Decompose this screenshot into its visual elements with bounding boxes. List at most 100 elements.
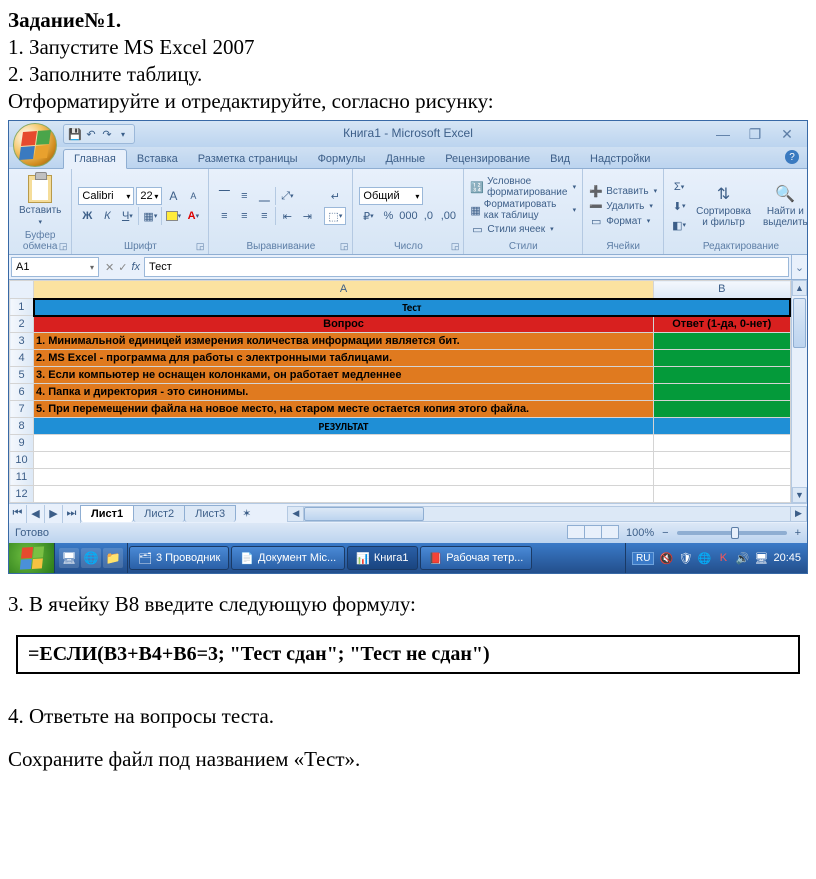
cell-question[interactable]: 1. Минимальной единицей измерения количе… <box>34 333 654 350</box>
minimize-button[interactable]: — <box>713 126 733 142</box>
decrease-decimal-icon[interactable]: ,00 <box>439 207 457 225</box>
restore-button[interactable]: ❐ <box>745 126 765 142</box>
cell[interactable] <box>654 452 791 469</box>
row-header[interactable]: 4 <box>10 350 34 367</box>
cell[interactable] <box>654 486 791 503</box>
number-format-select[interactable]: Общий▾ <box>359 187 423 205</box>
cell-styles-button[interactable]: ▭Стили ячеек▾ <box>470 222 576 236</box>
currency-icon[interactable]: ₽▾ <box>359 207 377 225</box>
show-desktop-icon[interactable]: 🖥 <box>59 548 79 568</box>
conditional-formatting-button[interactable]: 🔢Условное форматирование▾ <box>470 176 576 198</box>
comma-icon[interactable]: 000 <box>399 207 417 225</box>
row-header[interactable]: 2 <box>10 316 34 333</box>
col-header-b[interactable]: B <box>654 281 791 299</box>
tab-insert[interactable]: Вставка <box>127 150 188 168</box>
taskbar-button[interactable]: 📊Книга1 <box>347 546 417 570</box>
normal-view-icon[interactable] <box>567 525 585 539</box>
zoom-in-icon[interactable]: + <box>795 527 801 539</box>
dialog-launcher-icon[interactable]: ◲ <box>59 241 68 252</box>
cell[interactable]: Вопрос <box>34 316 654 333</box>
cell[interactable] <box>654 469 791 486</box>
sheet-tab-3[interactable]: Лист3 <box>184 505 236 522</box>
row-header[interactable]: 6 <box>10 384 34 401</box>
start-button[interactable] <box>9 543 55 573</box>
sheet-tab-1[interactable]: Лист1 <box>80 505 134 522</box>
new-sheet-icon[interactable]: ✶ <box>236 507 257 520</box>
expand-formula-icon[interactable]: ⌄ <box>791 255 807 279</box>
scrollbar-thumb[interactable] <box>793 298 806 348</box>
cell-result-value[interactable] <box>654 418 791 435</box>
row-header[interactable]: 10 <box>10 452 34 469</box>
row-header[interactable]: 9 <box>10 435 34 452</box>
scroll-down-icon[interactable]: ▼ <box>792 487 807 503</box>
zoom-slider[interactable] <box>677 531 787 535</box>
tray-icon[interactable]: 🖥 <box>754 551 768 565</box>
cell[interactable] <box>654 435 791 452</box>
save-icon[interactable]: 💾 <box>68 127 82 141</box>
row-header[interactable]: 3 <box>10 333 34 350</box>
increase-indent-icon[interactable]: ⇥ <box>298 207 316 225</box>
view-buttons[interactable] <box>567 525 618 542</box>
cell-answer[interactable] <box>654 384 791 401</box>
scroll-up-icon[interactable]: ▲ <box>792 280 807 296</box>
clear-icon[interactable]: ◧▾ <box>670 216 688 234</box>
tray-icon[interactable]: K <box>716 551 730 565</box>
format-cells-button[interactable]: ▭Формат▾ <box>589 214 657 228</box>
tray-icon[interactable]: 🔊 <box>735 551 749 565</box>
wrap-text-button[interactable]: ↵ <box>324 187 346 205</box>
cell[interactable] <box>34 452 654 469</box>
close-button[interactable]: ✕ <box>777 126 797 142</box>
dialog-launcher-icon[interactable]: ◲ <box>196 241 205 252</box>
sheet-nav-prev-icon[interactable]: ◀ <box>27 505 45 523</box>
col-header-a[interactable]: A <box>34 281 654 299</box>
zoom-level[interactable]: 100% <box>626 527 654 539</box>
page-break-view-icon[interactable] <box>601 525 619 539</box>
percent-icon[interactable]: % <box>379 207 397 225</box>
cell[interactable] <box>34 435 654 452</box>
tab-review[interactable]: Рецензирование <box>435 150 540 168</box>
tray-icon[interactable]: 🌐 <box>697 551 711 565</box>
merge-button[interactable]: ⬚▾ <box>324 207 346 225</box>
cell[interactable] <box>34 469 654 486</box>
italic-button[interactable]: К <box>98 207 116 225</box>
select-all-button[interactable] <box>10 281 34 299</box>
font-color-button[interactable]: A▾ <box>184 207 202 225</box>
cancel-icon[interactable]: ✕ <box>105 261 114 274</box>
sheet-nav-next-icon[interactable]: ▶ <box>45 505 63 523</box>
sheet-tab-2[interactable]: Лист2 <box>133 505 185 522</box>
row-header[interactable]: 5 <box>10 367 34 384</box>
scroll-left-icon[interactable]: ◀ <box>288 507 304 521</box>
cell[interactable]: Ответ (1-да, 0-нет) <box>654 316 791 333</box>
h-scrollbar-thumb[interactable] <box>304 507 424 521</box>
worksheet[interactable]: A B 1Тест2ВопросОтвет (1-да, 0-нет)31. М… <box>9 280 791 503</box>
row-header[interactable]: 12 <box>10 486 34 503</box>
tab-home[interactable]: Главная <box>63 149 127 169</box>
cell-question[interactable]: 3. Если компьютер не оснащен колонками, … <box>34 367 654 384</box>
language-indicator[interactable]: RU <box>632 552 654 565</box>
zoom-thumb[interactable] <box>731 527 739 539</box>
sheet-nav-first-icon[interactable]: ⏮ <box>9 505 27 523</box>
fill-color-button[interactable]: ▾ <box>164 207 182 225</box>
underline-button[interactable]: Ч▾ <box>118 207 136 225</box>
paste-button[interactable]: Вставить ▾ <box>15 173 65 228</box>
font-name-select[interactable]: Calibri▾ <box>78 187 134 205</box>
quick-launch-icon[interactable]: 🌐 <box>81 548 101 568</box>
increase-decimal-icon[interactable]: ,0 <box>419 207 437 225</box>
cell[interactable] <box>34 486 654 503</box>
fx-icon[interactable]: fx <box>131 261 140 273</box>
row-header[interactable]: 11 <box>10 469 34 486</box>
align-bottom-icon[interactable]: ⎽ <box>255 187 273 205</box>
office-button[interactable] <box>13 123 57 167</box>
cell-result-label[interactable]: РЕЗУЛЬТАТ <box>34 418 654 435</box>
quick-launch-icon[interactable]: 📁 <box>103 548 123 568</box>
zoom-out-icon[interactable]: − <box>662 527 668 539</box>
tab-data[interactable]: Данные <box>375 150 435 168</box>
page-layout-view-icon[interactable] <box>584 525 602 539</box>
dialog-launcher-icon[interactable]: ◲ <box>340 241 349 252</box>
vertical-scrollbar[interactable]: ▲ ▼ <box>791 280 807 503</box>
fill-icon[interactable]: ⬇▾ <box>670 197 688 215</box>
insert-cells-button[interactable]: ➕Вставить▾ <box>589 184 657 198</box>
grow-font-icon[interactable]: A <box>164 187 182 205</box>
taskbar-button[interactable]: 📄Документ Mic... <box>231 546 345 570</box>
align-right-icon[interactable]: ≡ <box>255 207 273 225</box>
